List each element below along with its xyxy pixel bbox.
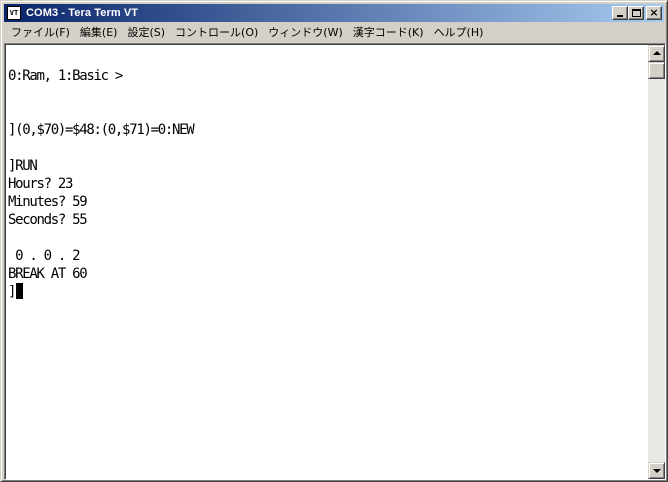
menu-edit[interactable]: 編集(E) (76, 23, 124, 42)
terminal-screen-frame: 0:Ram, 1:Basic > ](0,$70)=$48:(0,$71)=0:… (5, 44, 665, 479)
menu-control[interactable]: コントロール(O) (171, 23, 264, 42)
menu-help[interactable]: ヘルプ(H) (430, 23, 490, 42)
terminal-line: ]RUN (8, 158, 38, 174)
terminal-line: ](0,$70)=$48:(0,$71)=0:NEW (8, 122, 195, 138)
minimize-icon (617, 15, 623, 17)
scroll-up-button[interactable] (648, 45, 665, 62)
teraterm-icon[interactable]: VT (7, 6, 21, 20)
menu-bar: ファイル(F) 編集(E) 設定(S) コントロール(O) ウィンドウ(W) 漢… (4, 23, 664, 42)
terminal-window: VT COM3 - Tera Term VT × ファイル(F) 編集(E) 設… (0, 0, 668, 482)
prompt-text: ] (8, 284, 16, 300)
terminal-line: 0 . 0 . 2 (8, 248, 80, 264)
terminal-line: BREAK AT 60 (8, 266, 88, 282)
window-title: COM3 - Tera Term VT (26, 7, 139, 19)
block-cursor (16, 283, 24, 299)
close-icon: × (649, 6, 659, 19)
terminal-prompt-line: ] (8, 283, 24, 301)
terminal-line: 0:Ram, 1:Basic > (8, 68, 123, 84)
terminal-area[interactable]: 0:Ram, 1:Basic > ](0,$70)=$48:(0,$71)=0:… (4, 43, 666, 480)
menu-file[interactable]: ファイル(F) (7, 23, 76, 42)
terminal-line: Seconds? 55 (8, 212, 88, 228)
title-buttons: × (612, 6, 662, 20)
maximize-icon (632, 9, 641, 17)
scroll-down-button[interactable] (648, 462, 665, 479)
menu-window[interactable]: ウィンドウ(W) (264, 23, 348, 42)
menu-kanji-code[interactable]: 漢字コード(K) (349, 23, 430, 42)
close-button[interactable]: × (646, 6, 662, 20)
maximize-button[interactable] (628, 6, 644, 20)
vertical-scrollbar[interactable] (648, 45, 665, 479)
scroll-thumb[interactable] (648, 62, 665, 79)
menu-setup[interactable]: 設定(S) (123, 23, 171, 42)
terminal-screen[interactable]: 0:Ram, 1:Basic > ](0,$70)=$48:(0,$71)=0:… (8, 49, 646, 479)
minimize-button[interactable] (612, 6, 628, 20)
scroll-down-arrow-icon (653, 469, 661, 473)
title-bar[interactable]: VT COM3 - Tera Term VT × (4, 4, 664, 22)
scroll-up-arrow-icon (653, 51, 661, 55)
terminal-line: Hours? 23 (8, 176, 73, 192)
terminal-line: Minutes? 59 (8, 194, 88, 210)
